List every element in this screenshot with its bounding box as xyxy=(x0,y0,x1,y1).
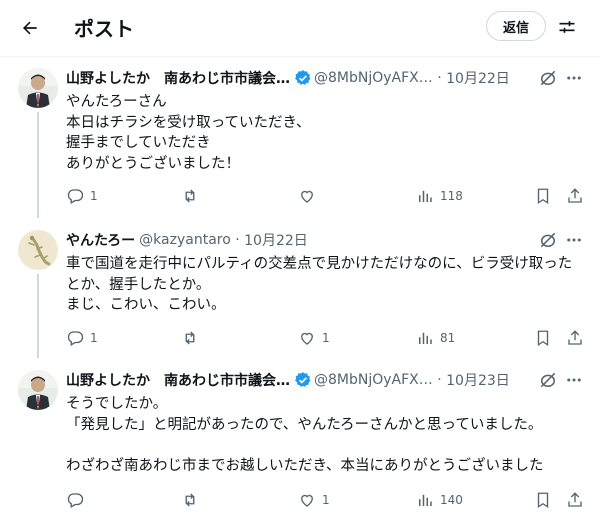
hide-reply-icon xyxy=(540,70,556,86)
author-name[interactable]: 山野よしたか 南あわじ市市議会… xyxy=(66,68,290,88)
top-bar: ポスト 返信 xyxy=(0,0,600,57)
thread-line xyxy=(37,112,39,218)
hide-reply-icon xyxy=(540,232,556,248)
back-button[interactable] xyxy=(14,12,46,44)
bookmark-icon xyxy=(537,492,549,509)
share-button[interactable] xyxy=(566,184,590,208)
bookmark-icon xyxy=(537,188,549,205)
author-name[interactable]: 山野よしたか 南あわじ市市議会… xyxy=(66,370,290,390)
more-dots-icon xyxy=(567,76,581,80)
post-date[interactable]: 10月23日 xyxy=(446,370,510,390)
bookmark-button[interactable] xyxy=(534,488,558,512)
heart-icon xyxy=(301,494,313,507)
author-handle[interactable]: @8MbNjOyAFX… xyxy=(314,372,433,388)
like-button[interactable] xyxy=(298,184,322,208)
person-photo-icon xyxy=(18,68,58,108)
avatar[interactable] xyxy=(18,68,58,108)
share-button[interactable] xyxy=(566,488,590,512)
reply-icon xyxy=(67,331,84,346)
repost-icon xyxy=(185,493,195,507)
separator-dot: · xyxy=(432,372,447,388)
more-options-button[interactable] xyxy=(564,370,584,390)
like-button[interactable]: 1 xyxy=(298,488,330,512)
share-icon xyxy=(568,330,582,345)
post-header: やんたろー @kazyantaro · 10月22日 xyxy=(66,230,600,250)
post-header: 山野よしたか 南あわじ市市議会… @8MbNjOyAFX… · 10月22日 xyxy=(66,68,600,88)
more-dots-icon xyxy=(567,378,581,382)
person-photo-icon xyxy=(18,370,58,410)
repost-icon xyxy=(185,331,195,345)
more-dots-icon xyxy=(567,238,581,242)
reply-icon xyxy=(67,189,84,204)
post-text: やんたろーさん 本日はチラシを受け取っていただき、 握手までしていただき ありが… xyxy=(66,94,311,172)
post[interactable]: やんたろー @kazyantaro · 10月22日 車で国道を走行中にパルティ… xyxy=(0,218,600,358)
heart-icon xyxy=(301,332,313,345)
verified-badge-icon xyxy=(294,69,312,87)
views-button[interactable]: 81 xyxy=(416,326,455,350)
share-icon xyxy=(568,492,582,507)
author-handle[interactable]: @kazyantaro xyxy=(139,232,231,248)
more-options-button[interactable] xyxy=(564,230,584,250)
bookmark-button[interactable] xyxy=(534,326,558,350)
post-header: 山野よしたか 南あわじ市市議会… @8MbNjOyAFX… · 10月23日 xyxy=(66,370,600,390)
author-name[interactable]: やんたろー xyxy=(66,230,135,250)
reply-icon xyxy=(67,493,84,508)
like-count: 1 xyxy=(322,493,330,507)
repost-icon xyxy=(185,189,195,203)
views-count: 81 xyxy=(440,331,456,345)
views-chart-icon xyxy=(419,190,432,202)
post-actions: 1 1 81 xyxy=(66,326,586,350)
post-date[interactable]: 10月22日 xyxy=(244,230,308,250)
avatar[interactable] xyxy=(18,230,58,270)
post-date[interactable]: 10月22日 xyxy=(446,68,510,88)
repost-button[interactable] xyxy=(181,488,205,512)
more-options-button[interactable] xyxy=(564,68,584,88)
bookmark-icon xyxy=(537,330,549,347)
page-title: ポスト xyxy=(74,17,134,41)
share-button[interactable] xyxy=(566,326,590,350)
hide-reply-button[interactable] xyxy=(538,230,558,250)
reply-count: 1 xyxy=(90,189,98,203)
heart-icon xyxy=(301,190,313,203)
lizard-avatar-icon xyxy=(18,230,58,270)
reply-button[interactable] xyxy=(66,488,90,512)
hide-reply-button[interactable] xyxy=(538,68,558,88)
hide-reply-button[interactable] xyxy=(538,370,558,390)
separator-dot: · xyxy=(432,70,447,86)
views-chart-icon xyxy=(419,494,432,506)
back-arrow-icon xyxy=(23,21,37,35)
post-text: 車で国道を走行中にパルティの交差点で見かけただけなのに、ビラ受け取ったとか、握手… xyxy=(66,256,573,313)
reply-button[interactable]: 1 xyxy=(66,184,98,208)
share-icon xyxy=(568,188,582,203)
views-button[interactable]: 140 xyxy=(416,488,463,512)
reply-count: 1 xyxy=(90,331,98,345)
post-text: そうでしたか。 「発見した」と明記があったので、やんたろーさんかと思っていました… xyxy=(66,396,544,474)
repost-button[interactable] xyxy=(181,326,205,350)
post[interactable]: 山野よしたか 南あわじ市市議会… @8MbNjOyAFX… · 10月22日 や… xyxy=(0,56,600,218)
hide-reply-icon xyxy=(540,372,556,388)
views-chart-icon xyxy=(419,332,432,344)
post-actions: 1 140 xyxy=(66,488,586,512)
repost-button[interactable] xyxy=(181,184,205,208)
views-count: 118 xyxy=(440,189,463,203)
bookmark-button[interactable] xyxy=(534,184,558,208)
post-actions: 1 118 xyxy=(66,184,586,208)
reply-button[interactable]: 1 xyxy=(66,326,98,350)
like-count: 1 xyxy=(322,331,330,345)
thread-line xyxy=(37,274,39,358)
sliders-icon xyxy=(559,21,575,33)
post[interactable]: 山野よしたか 南あわじ市市議会… @8MbNjOyAFX… · 10月23日 そ… xyxy=(0,358,600,525)
views-count: 140 xyxy=(440,493,463,507)
avatar[interactable] xyxy=(18,370,58,410)
like-button[interactable]: 1 xyxy=(298,326,330,350)
settings-button[interactable] xyxy=(554,14,580,40)
verified-badge-icon xyxy=(294,371,312,389)
separator-dot: · xyxy=(230,232,245,248)
views-button[interactable]: 118 xyxy=(416,184,463,208)
author-handle[interactable]: @8MbNjOyAFX… xyxy=(314,70,433,86)
reply-sort-button[interactable]: 返信 xyxy=(486,11,546,41)
